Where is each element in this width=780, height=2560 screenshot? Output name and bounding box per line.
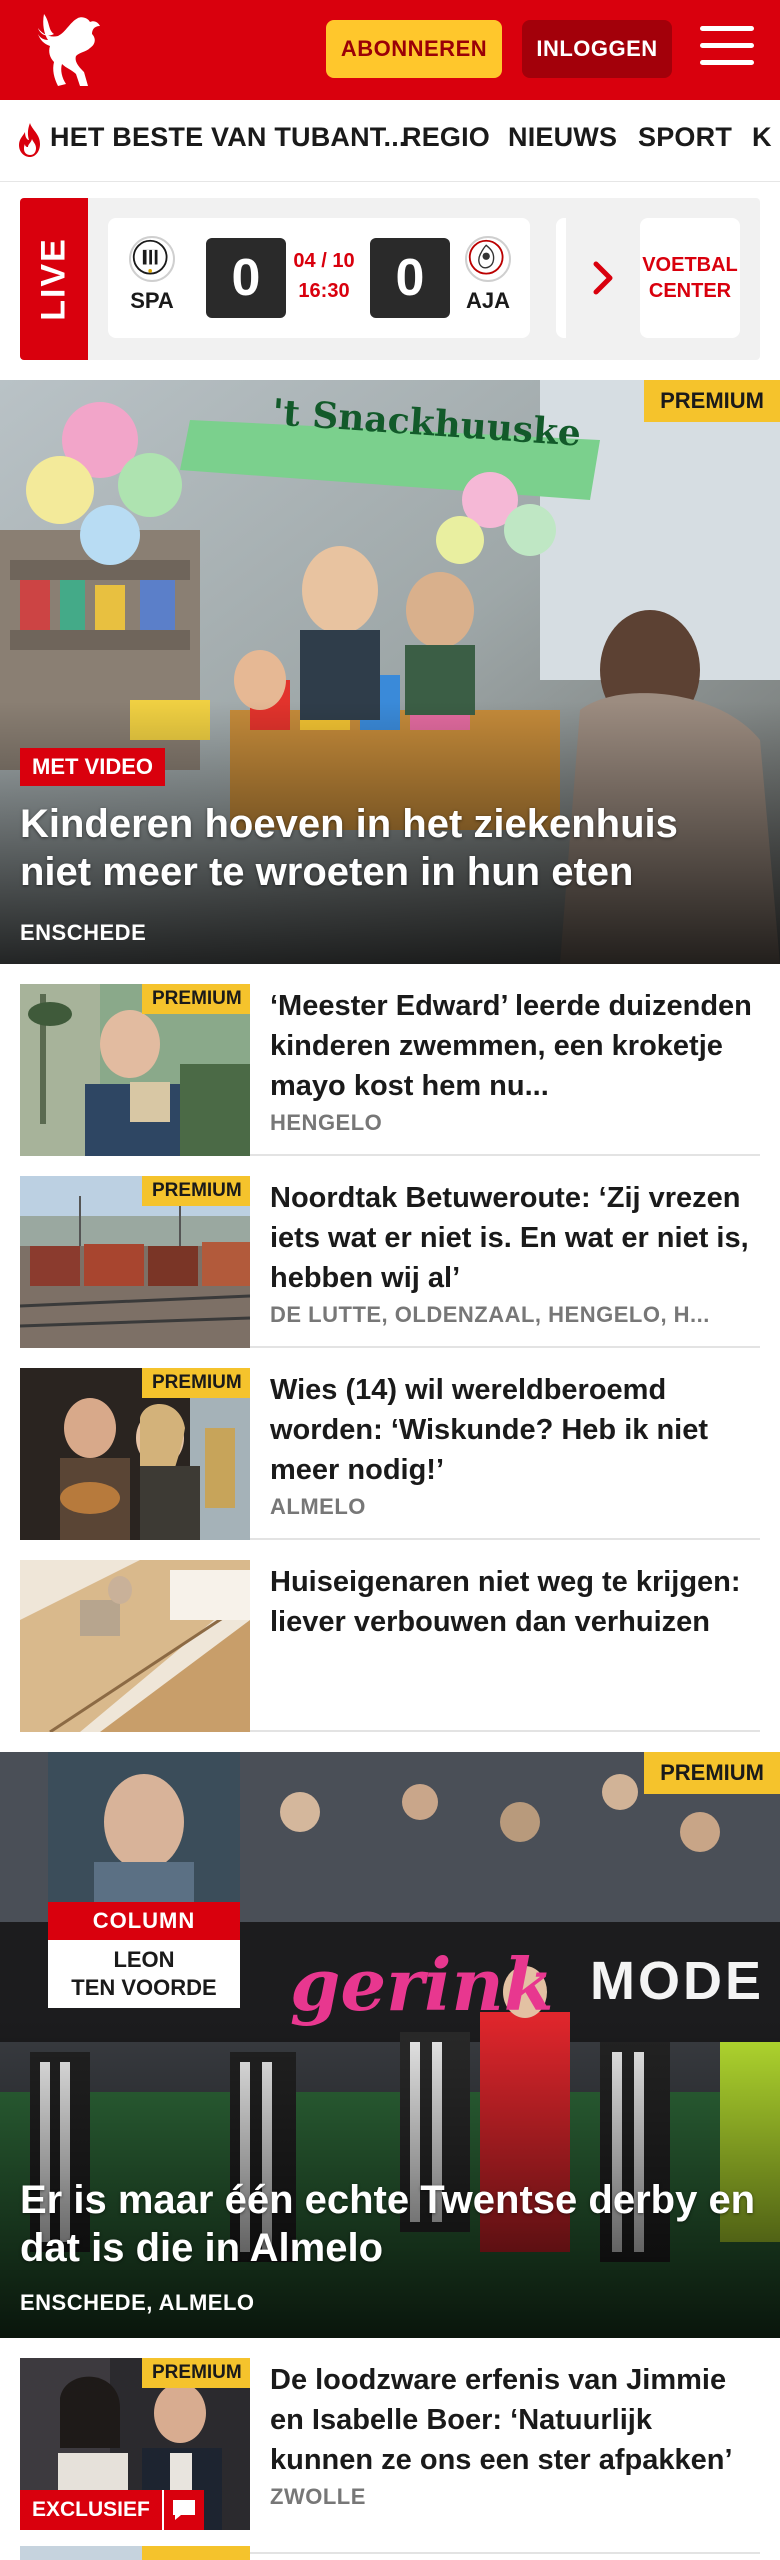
ad-board-text: gerink: [290, 1942, 554, 2027]
list-item[interactable]: Huiseigenaren niet weg te krijgen: lieve…: [20, 1540, 760, 1732]
column-author-last: TEN VOORDE: [71, 1975, 217, 2000]
article-thumbnail: PREMIUM: [20, 984, 250, 1156]
article-location: ZWOLLE: [270, 2484, 366, 2509]
subscribe-button[interactable]: ABONNEREN: [326, 20, 502, 78]
hero-article-1[interactable]: PREMIUM 't Snackhuuske MET VIDEO Kindere…: [0, 380, 780, 964]
nav-item-nieuws[interactable]: NIEUWS: [508, 122, 617, 153]
list-item[interactable]: PREMIUM EXCLUSIEF De loodzware erfenis v…: [20, 2338, 760, 2554]
premium-badge: PREMIUM: [644, 1752, 780, 1794]
column-badge: COLUMN LEON TEN VOORDE: [48, 1902, 240, 2008]
nav-item-regio[interactable]: REGIO: [402, 122, 490, 153]
article-title[interactable]: Huiseigenaren niet weg te krijgen: lieve…: [270, 1562, 760, 1642]
article-thumbnail: PREMIUM: [20, 1368, 250, 1540]
list-item[interactable]: PREMIUM Wies (14) wil wereldberoemd word…: [20, 1348, 760, 1540]
chevron-right-icon[interactable]: [592, 260, 616, 296]
hamburger-menu-icon[interactable]: [700, 26, 754, 72]
article-title[interactable]: ‘Meester Edward’ leerde duizenden kinder…: [270, 986, 760, 1106]
home-score: 0: [206, 238, 286, 318]
voetbal-center-label-2: CENTER: [648, 280, 732, 302]
live-score-bar: LIVE SPA 0 04 / 10 16:30 0 AJA VOETBAL C…: [20, 198, 760, 360]
exclusive-badge: EXCLUSIEF: [20, 2490, 204, 2530]
article-title[interactable]: Wies (14) wil wereldberoemd worden: ‘Wis…: [270, 1370, 760, 1490]
list-item[interactable]: PREMIUM Noordtak Betuweroute: ‘Zij vreze…: [20, 1156, 760, 1348]
article-location: HENGELO: [270, 1110, 383, 1135]
voetbal-center-link[interactable]: VOETBAL CENTER: [640, 218, 740, 338]
away-score: 0: [370, 238, 450, 318]
away-team-name: AJA: [465, 288, 510, 313]
tubantia-horse-logo[interactable]: [36, 12, 104, 90]
exclusive-label: EXCLUSIEF: [20, 2490, 162, 2530]
list-item[interactable]: [20, 2546, 760, 2560]
article-thumbnail: [20, 1560, 250, 1732]
article-title[interactable]: Noordtak Betuweroute: ‘Zij vrezen iets w…: [270, 1178, 760, 1298]
premium-badge: PREMIUM: [142, 1176, 250, 1206]
article-location: ALMELO: [270, 1494, 366, 1519]
top-header: ABONNEREN INLOGGEN: [0, 0, 780, 100]
hero-location: ENSCHEDE: [20, 920, 147, 945]
live-label: LIVE: [34, 237, 73, 321]
list-item[interactable]: PREMIUM ‘Meester Edward’ leerde duizende…: [20, 964, 760, 1156]
match-date: 04 / 10: [293, 250, 355, 272]
premium-badge: PREMIUM: [142, 2358, 250, 2388]
next-match-card[interactable]: [556, 218, 566, 338]
article-thumbnail: PREMIUM: [20, 1176, 250, 1348]
column-label: COLUMN: [48, 1902, 240, 1940]
away-team-crest-icon: [465, 236, 511, 282]
match-time: 16:30: [298, 280, 350, 302]
hero-title[interactable]: Kinderen hoeven in het ziekenhuis niet m…: [20, 800, 760, 896]
hero-article-2[interactable]: gerink MODE PREMIUM COLUMN LEON TEN VOOR…: [0, 1752, 780, 2338]
login-button[interactable]: INLOGGEN: [522, 20, 672, 78]
hero-title[interactable]: Er is maar één echte Twentse derby en da…: [20, 2176, 760, 2272]
article-location: DE LUTTE, OLDENZAAL, HENGELO, H...: [270, 1302, 710, 1327]
column-author: LEON TEN VOORDE: [48, 1940, 240, 2008]
away-team: AJA: [458, 236, 518, 314]
home-team: SPA: [122, 236, 182, 314]
ad-board-text-2: MODE: [590, 1951, 764, 2011]
premium-badge: [142, 2546, 250, 2560]
nav-item-more[interactable]: K: [752, 122, 772, 153]
column-author-first: LEON: [113, 1947, 175, 1972]
live-tag: LIVE: [20, 198, 88, 360]
match-card[interactable]: SPA 0 04 / 10 16:30 0 AJA: [108, 218, 530, 338]
home-team-crest-icon: [129, 236, 175, 282]
premium-badge: PREMIUM: [142, 1368, 250, 1398]
match-datetime: 04 / 10 16:30: [292, 246, 356, 306]
nav-item-sport[interactable]: SPORT: [638, 122, 732, 153]
premium-badge: PREMIUM: [644, 380, 780, 422]
section-nav: HET BESTE VAN TUBANT... REGIO NIEUWS SPO…: [0, 100, 780, 182]
hero-location: ENSCHEDE, ALMELO: [20, 2290, 255, 2315]
article-thumbnail: PREMIUM EXCLUSIEF: [20, 2358, 250, 2530]
voetbal-center-label-1: VOETBAL: [642, 254, 738, 276]
flame-icon: [19, 123, 40, 157]
video-badge: MET VIDEO: [20, 748, 166, 786]
article-title[interactable]: De loodzware erfenis van Jimmie en Isabe…: [270, 2360, 760, 2480]
premium-badge: PREMIUM: [142, 984, 250, 1014]
home-team-name: SPA: [130, 288, 174, 313]
nav-item-best-of[interactable]: HET BESTE VAN TUBANT...: [50, 122, 407, 153]
comment-icon: [161, 2490, 204, 2530]
